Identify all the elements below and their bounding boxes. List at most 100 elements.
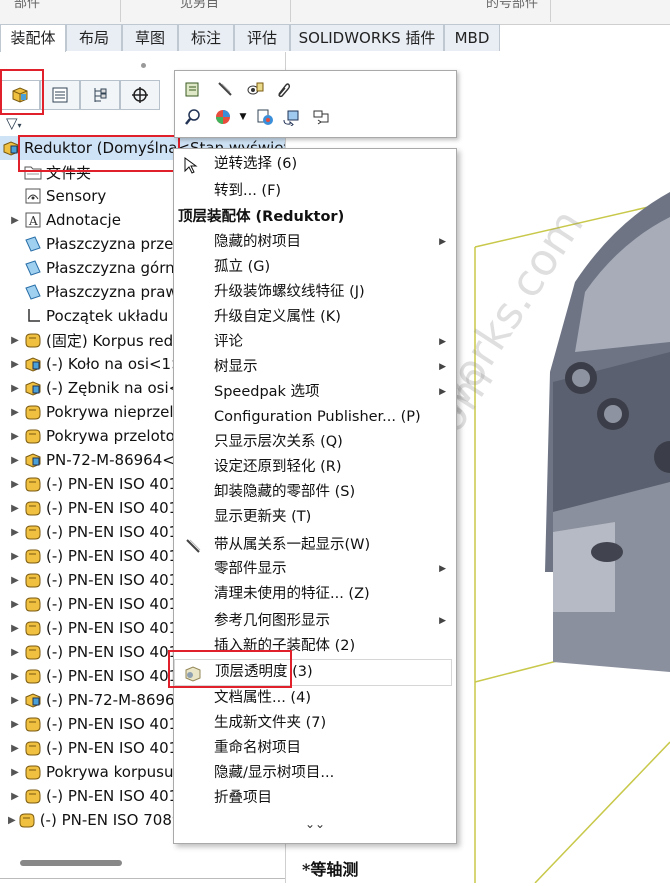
expand-arrow-icon[interactable]: ▶ [8, 215, 22, 226]
menu-item-label: 重命名树项目 [214, 740, 301, 756]
menu-item[interactable]: 卸装隐藏的零部件 (S) [174, 480, 456, 505]
tab-solidworks-addins[interactable]: SOLIDWORKS 插件 [290, 24, 444, 51]
open-part-icon[interactable] [183, 79, 203, 99]
tab-dimxpert-manager[interactable] [120, 80, 160, 110]
tab-markup[interactable]: 标注 [178, 24, 234, 51]
bottom-tab-strip [0, 878, 285, 886]
tab-assembly[interactable]: 装配体 [0, 24, 66, 53]
expand-arrow-icon[interactable]: ▶ [8, 743, 22, 754]
menu-item[interactable]: 隐藏/显示树项目... [174, 761, 456, 786]
expand-arrow-icon[interactable]: ▶ [8, 359, 22, 370]
menu-item[interactable]: 参考几何图形显示 ▶ [174, 609, 456, 634]
expand-arrow-icon[interactable]: ▶ [8, 671, 22, 682]
expand-arrow-icon[interactable]: ▶ [8, 335, 22, 346]
expand-arrow-icon[interactable]: ▶ [8, 527, 22, 538]
expand-arrow-icon[interactable]: ▶ [8, 551, 22, 562]
menu-item-label: 升级自定义属性 (K) [214, 309, 341, 325]
tab-configuration-manager[interactable] [80, 80, 120, 110]
expand-arrow-icon[interactable]: ▶ [8, 503, 22, 514]
tab-mbd[interactable]: MBD [444, 24, 500, 51]
menu-item[interactable]: 隐藏的树项目 ▶ [174, 230, 456, 255]
tab-evaluate[interactable]: 评估 [234, 24, 290, 51]
menu-item[interactable]: 显示更新夹 (T) [174, 505, 456, 530]
show-hide-icon[interactable] [245, 79, 265, 99]
part-icon [24, 643, 42, 661]
annotation-icon: A [24, 211, 42, 229]
expand-arrow-icon[interactable]: ▶ [8, 431, 22, 442]
expand-arrow-icon[interactable]: ▶ [8, 791, 22, 802]
expand-arrow-icon[interactable]: ▶ [8, 575, 22, 586]
tree-item-label: Adnotacje [46, 211, 121, 229]
part-icon [24, 403, 42, 421]
menu-item[interactable]: 升级自定义属性 (K) [174, 305, 456, 330]
panel-grip[interactable] [141, 63, 146, 68]
zoom-to-selection-icon[interactable] [183, 107, 203, 127]
property-list-icon [52, 87, 68, 103]
tree-item-label: Płaszczyzna górna [46, 259, 184, 277]
menu-item[interactable]: 生成新文件夹 (7) [174, 711, 456, 736]
menu-item[interactable]: 重命名树项目 [174, 736, 456, 761]
assembly-icon [24, 691, 42, 709]
menu-item-label: 顶层装配体 (Reduktor) [178, 209, 345, 225]
toolbar-segment: 部件 [0, 0, 121, 22]
expand-arrow-icon[interactable]: ▶ [8, 383, 22, 394]
configuration-icon [94, 88, 107, 102]
assembly-icon [24, 451, 42, 469]
menu-item[interactable]: 带从属关系一起显示(W) [174, 533, 456, 558]
menu-item[interactable]: 清理未使用的特征... (Z) [174, 582, 456, 607]
expand-arrow-icon[interactable]: ▶ [8, 647, 22, 658]
expand-arrow-icon[interactable]: ▶ [8, 815, 16, 826]
expand-arrow-icon[interactable]: ▶ [8, 695, 22, 706]
expand-arrow-icon[interactable]: ▶ [8, 719, 22, 730]
menu-item[interactable]: 文档属性... (4) [174, 686, 456, 711]
part-icon [24, 787, 42, 805]
expand-arrow-icon[interactable]: ▶ [8, 599, 22, 610]
view-orientation-label: *等轴测 [302, 860, 359, 879]
menu-item-label: 隐藏/显示树项目... [214, 765, 335, 781]
tab-property-manager[interactable] [40, 80, 80, 110]
menu-item[interactable]: 设定还原到轻化 (R) [174, 455, 456, 480]
paperclip-icon[interactable] [273, 79, 293, 99]
part-icon [24, 331, 42, 349]
suppress-icon[interactable] [215, 79, 235, 99]
menu-item-label: 参考几何图形显示 [214, 613, 330, 629]
menu-item[interactable]: 升级装饰螺纹线特征 (J) [174, 280, 456, 305]
menu-item-label: 折叠项目 [214, 790, 272, 806]
menu-item-label: 带从属关系一起显示(W) [214, 537, 371, 553]
menu-item[interactable]: 孤立 (G) [174, 255, 456, 280]
menu-expand-chevron-icon[interactable]: ⌄⌄ [174, 817, 456, 831]
tab-layout[interactable]: 布局 [66, 24, 122, 51]
expand-arrow-icon[interactable]: ▶ [8, 455, 22, 466]
assembly-icon [24, 379, 42, 397]
menu-item[interactable]: 转到... (F) [174, 179, 456, 204]
menu-item[interactable]: 折叠项目 [174, 786, 456, 811]
menu-item[interactable]: 树显示 ▶ [174, 355, 456, 380]
menu-item[interactable]: Speedpak 选项 ▶ [174, 380, 456, 405]
plane-icon [24, 235, 42, 253]
replace-component-icon[interactable] [281, 107, 301, 127]
filter-icon[interactable]: ▽▾ [6, 114, 22, 132]
menu-item[interactable]: 评论 ▶ [174, 330, 456, 355]
context-toolbar: ▼ [174, 70, 457, 138]
expand-arrow-icon[interactable]: ▶ [8, 767, 22, 778]
menu-item[interactable]: 只显示层次关系 (Q) [174, 430, 456, 455]
appearance-icon[interactable] [213, 107, 233, 127]
menu-item[interactable]: 零部件显示 ▶ [174, 557, 456, 582]
component-properties-icon[interactable] [255, 107, 275, 127]
part-icon [24, 715, 42, 733]
dropdown-arrow-icon[interactable]: ▼ [233, 107, 253, 127]
expand-arrow-icon[interactable]: ▶ [8, 479, 22, 490]
mate-reference-icon[interactable] [311, 107, 331, 127]
part-icon [24, 571, 42, 589]
menu-item[interactable]: 逆转选择 (6) [174, 152, 456, 177]
menu-item[interactable]: Configuration Publisher... (P) [174, 405, 456, 430]
menu-item-label: 零部件显示 [214, 561, 287, 577]
toolbar-segment: 见另目 [120, 0, 291, 22]
tab-sketch[interactable]: 草图 [122, 24, 178, 51]
expand-arrow-icon[interactable]: ▶ [8, 623, 22, 634]
horizontal-scrollbar[interactable] [20, 860, 122, 866]
highlight-feature-tab [0, 69, 44, 115]
expand-arrow-icon[interactable]: ▶ [8, 407, 22, 418]
menu-item-label: 只显示层次关系 (Q) [214, 434, 343, 450]
toolbar-segment: 的号部件 [290, 0, 551, 22]
